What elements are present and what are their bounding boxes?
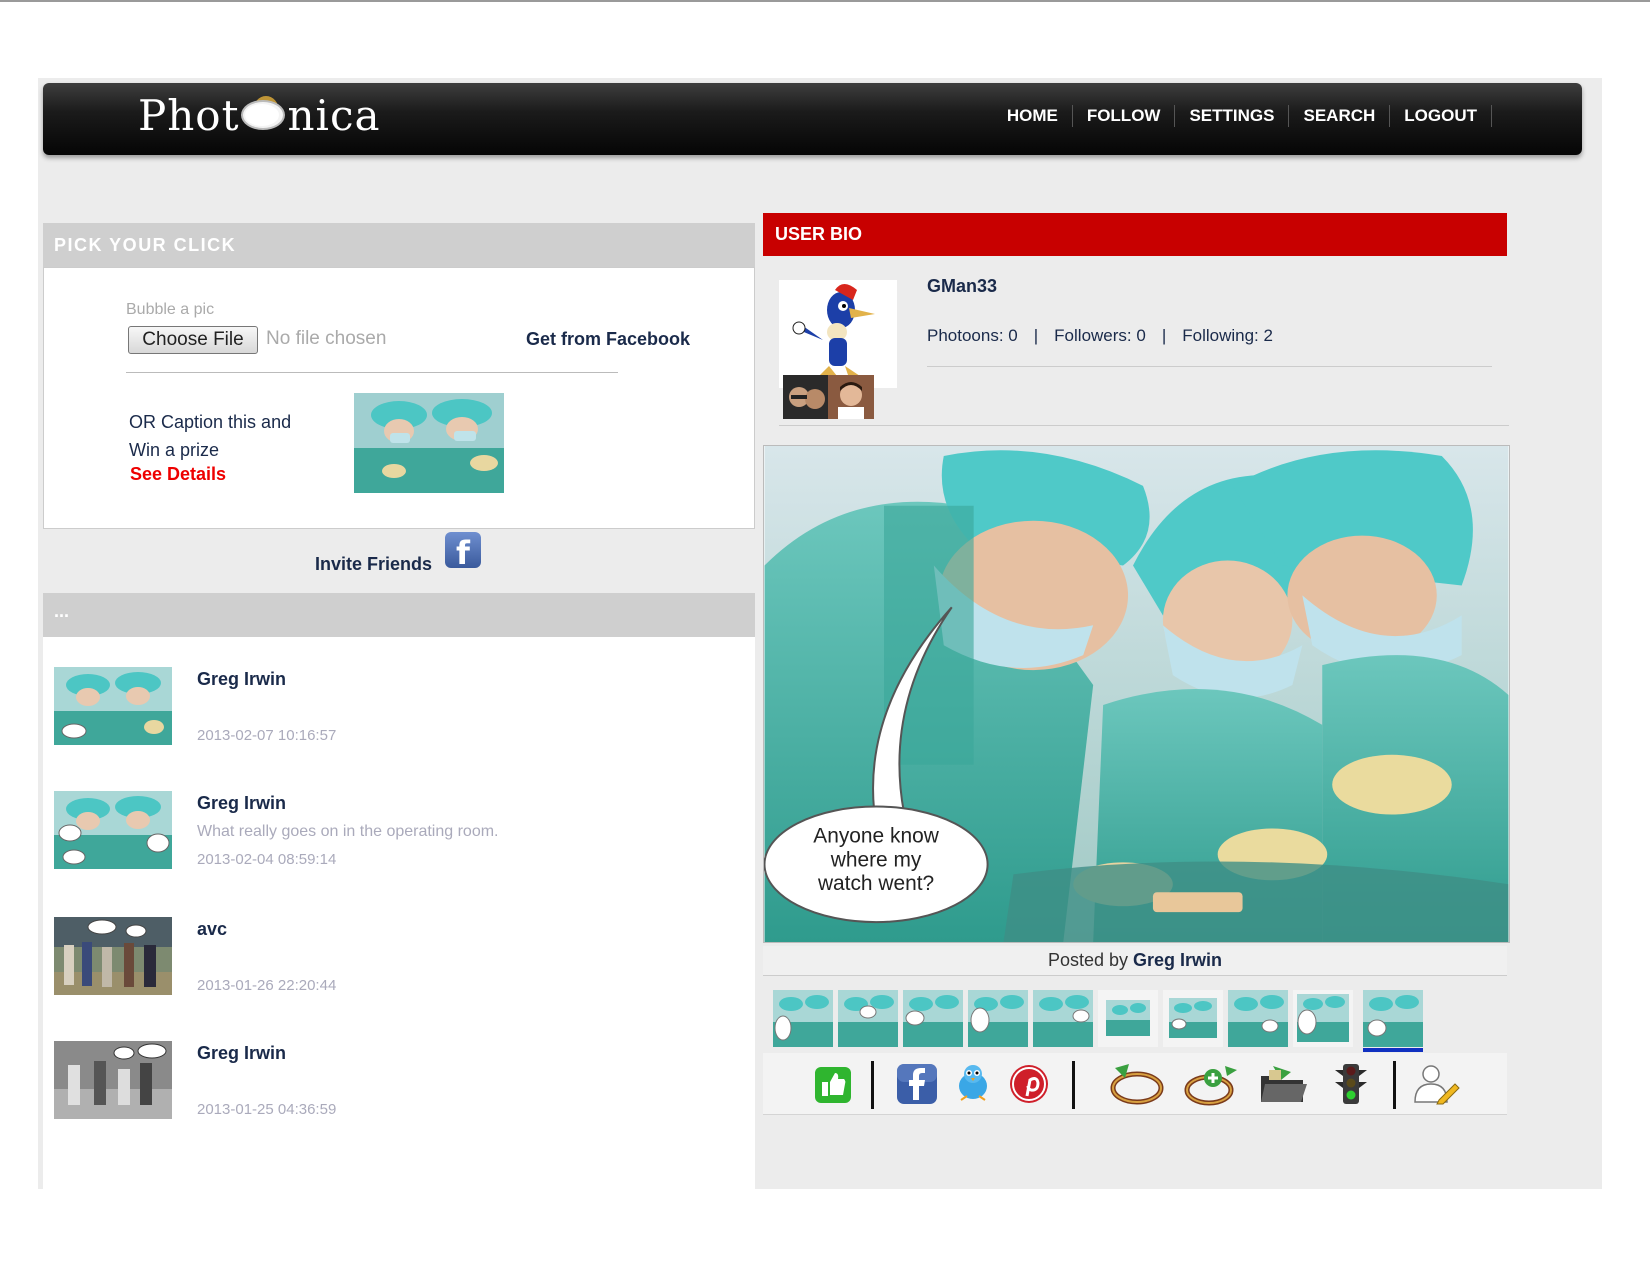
strip-thumbnail-selected[interactable]	[1363, 990, 1423, 1047]
toolbar-separator	[871, 1061, 874, 1109]
feed-author[interactable]: avc	[197, 919, 227, 940]
add-caption-icon[interactable]	[1183, 1062, 1239, 1106]
bubble-label: Bubble a pic	[126, 301, 215, 318]
feed-title: ...	[54, 601, 70, 621]
traffic-light-icon[interactable]	[1329, 1062, 1373, 1106]
feed-timestamp: 2013-02-07 10:16:57	[197, 727, 337, 744]
speech-bubble-logo-icon	[239, 94, 287, 134]
pinterest-icon[interactable]	[1007, 1062, 1051, 1106]
user-bio-header: USER BIO	[763, 213, 1507, 256]
facebook-invite-icon[interactable]: f	[445, 532, 481, 572]
strip-thumbnail[interactable]	[1163, 990, 1223, 1047]
toolbar-separator	[1393, 1061, 1396, 1109]
edit-user-icon[interactable]	[1409, 1062, 1461, 1106]
main-photoon-image[interactable]: Anyone know where my watch went?	[763, 445, 1510, 943]
logo-text-left: Phot	[138, 91, 240, 140]
divider	[779, 425, 1509, 426]
user-avatar[interactable]	[779, 280, 897, 388]
feed-description: What really goes on in the operating roo…	[197, 823, 499, 840]
feed-header: ...	[43, 593, 755, 637]
posted-by-author[interactable]: Greg Irwin	[1133, 950, 1222, 970]
facebook-icon[interactable]	[895, 1062, 939, 1106]
action-toolbar	[763, 1053, 1507, 1115]
posted-by-bar: Posted by Greg Irwin	[763, 946, 1507, 976]
friend-avatar[interactable]	[828, 375, 874, 419]
strip-thumbnail[interactable]	[773, 990, 833, 1047]
nav-logout[interactable]: LOGOUT	[1390, 105, 1492, 127]
top-border	[0, 0, 1650, 2]
pick-title: PICK YOUR CLICK	[54, 235, 237, 255]
strip-thumbnail[interactable]	[838, 990, 898, 1047]
caption-line-1: OR Caption this and	[129, 412, 292, 432]
speech-bubble-line-3: watch went?	[817, 872, 934, 895]
following-count[interactable]: Following: 2	[1182, 326, 1273, 345]
logo-text-right: nica	[287, 91, 381, 140]
caption-contest-image[interactable]	[354, 393, 504, 493]
photoons-count[interactable]: Photoons: 0	[927, 326, 1018, 345]
like-icon[interactable]	[815, 1067, 851, 1103]
rotate-icon[interactable]	[1109, 1062, 1165, 1106]
selected-thumbnail-indicator	[1363, 1048, 1423, 1052]
toolbar-separator	[1072, 1061, 1075, 1109]
divider	[126, 372, 618, 373]
feed-author[interactable]: Greg Irwin	[197, 1043, 286, 1064]
strip-thumbnail[interactable]	[1228, 990, 1288, 1047]
choose-file-button[interactable]: Choose File	[128, 326, 258, 354]
feed-timestamp: 2013-02-04 08:59:14	[197, 851, 337, 868]
divider	[927, 366, 1492, 367]
see-details-link[interactable]: See Details	[130, 464, 226, 485]
feed-author[interactable]: Greg Irwin	[197, 669, 286, 690]
get-from-facebook-link[interactable]: Get from Facebook	[526, 329, 690, 350]
feed-thumbnail[interactable]	[54, 1041, 172, 1119]
caption-line-2: Win a prize	[129, 440, 220, 460]
nav-settings[interactable]: SETTINGS	[1175, 105, 1290, 127]
username[interactable]: GMan33	[927, 276, 997, 297]
invite-friends-label[interactable]: Invite Friends	[315, 554, 432, 575]
feed-item[interactable]: avc 2013-01-26 22:20:44	[43, 887, 755, 995]
save-folder-icon[interactable]	[1257, 1062, 1309, 1106]
nav-search[interactable]: SEARCH	[1289, 105, 1391, 127]
stats-separator: |	[1161, 326, 1167, 345]
feed-thumbnail[interactable]	[54, 667, 172, 745]
friend-avatar[interactable]	[783, 375, 829, 419]
followers-count[interactable]: Followers: 0	[1054, 326, 1146, 345]
nav-home[interactable]: HOME	[993, 105, 1073, 127]
strip-thumbnail[interactable]	[1293, 990, 1353, 1047]
file-status: No file chosen	[266, 328, 387, 349]
posted-by-prefix: Posted by	[1047, 950, 1129, 970]
feed-timestamp: 2013-01-25 04:36:59	[197, 1101, 337, 1118]
photoon-thumbnail-strip	[773, 990, 1433, 1052]
main-nav: HOME FOLLOW SETTINGS SEARCH LOGOUT	[993, 105, 1492, 127]
twitter-icon[interactable]	[951, 1062, 995, 1106]
feed-thumbnail[interactable]	[54, 917, 172, 995]
page-frame: Phot nica HOME FOLLOW SETTINGS SEARCH LOG…	[38, 78, 1602, 1189]
strip-thumbnail[interactable]	[903, 990, 963, 1047]
feed-author[interactable]: Greg Irwin	[197, 793, 286, 814]
caption-prompt: OR Caption this and Win a prize	[129, 408, 291, 464]
strip-thumbnail[interactable]	[968, 990, 1028, 1047]
stats-separator: |	[1033, 326, 1039, 345]
bio-title: USER BIO	[775, 224, 863, 244]
pick-your-click-header: PICK YOUR CLICK	[43, 223, 755, 267]
strip-thumbnail[interactable]	[1033, 990, 1093, 1047]
photonica-logo[interactable]: Phot nica	[138, 91, 381, 140]
feed-timestamp: 2013-01-26 22:20:44	[197, 977, 337, 994]
feed-item[interactable]: Greg Irwin What really goes on in the op…	[43, 761, 755, 869]
pick-your-click-panel: Bubble a pic Choose File No file chosen …	[43, 267, 755, 529]
user-stats: Photoons: 0 | Followers: 0 | Following: 2	[927, 326, 1273, 346]
feed-thumbnail[interactable]	[54, 791, 172, 869]
speech-bubble-line-2: where my	[830, 848, 922, 871]
nav-follow[interactable]: FOLLOW	[1073, 105, 1176, 127]
feed-item[interactable]: Greg Irwin 2013-02-07 10:16:57	[43, 637, 755, 745]
feed-list: Greg Irwin 2013-02-07 10:16:57 Greg Irwi…	[43, 637, 755, 1189]
feed-item[interactable]: Greg Irwin 2013-01-25 04:36:59	[43, 1011, 755, 1119]
speech-bubble-line-1: Anyone know	[813, 824, 939, 847]
strip-thumbnail[interactable]	[1098, 990, 1158, 1047]
top-navbar: Phot nica HOME FOLLOW SETTINGS SEARCH LOG…	[43, 83, 1582, 155]
